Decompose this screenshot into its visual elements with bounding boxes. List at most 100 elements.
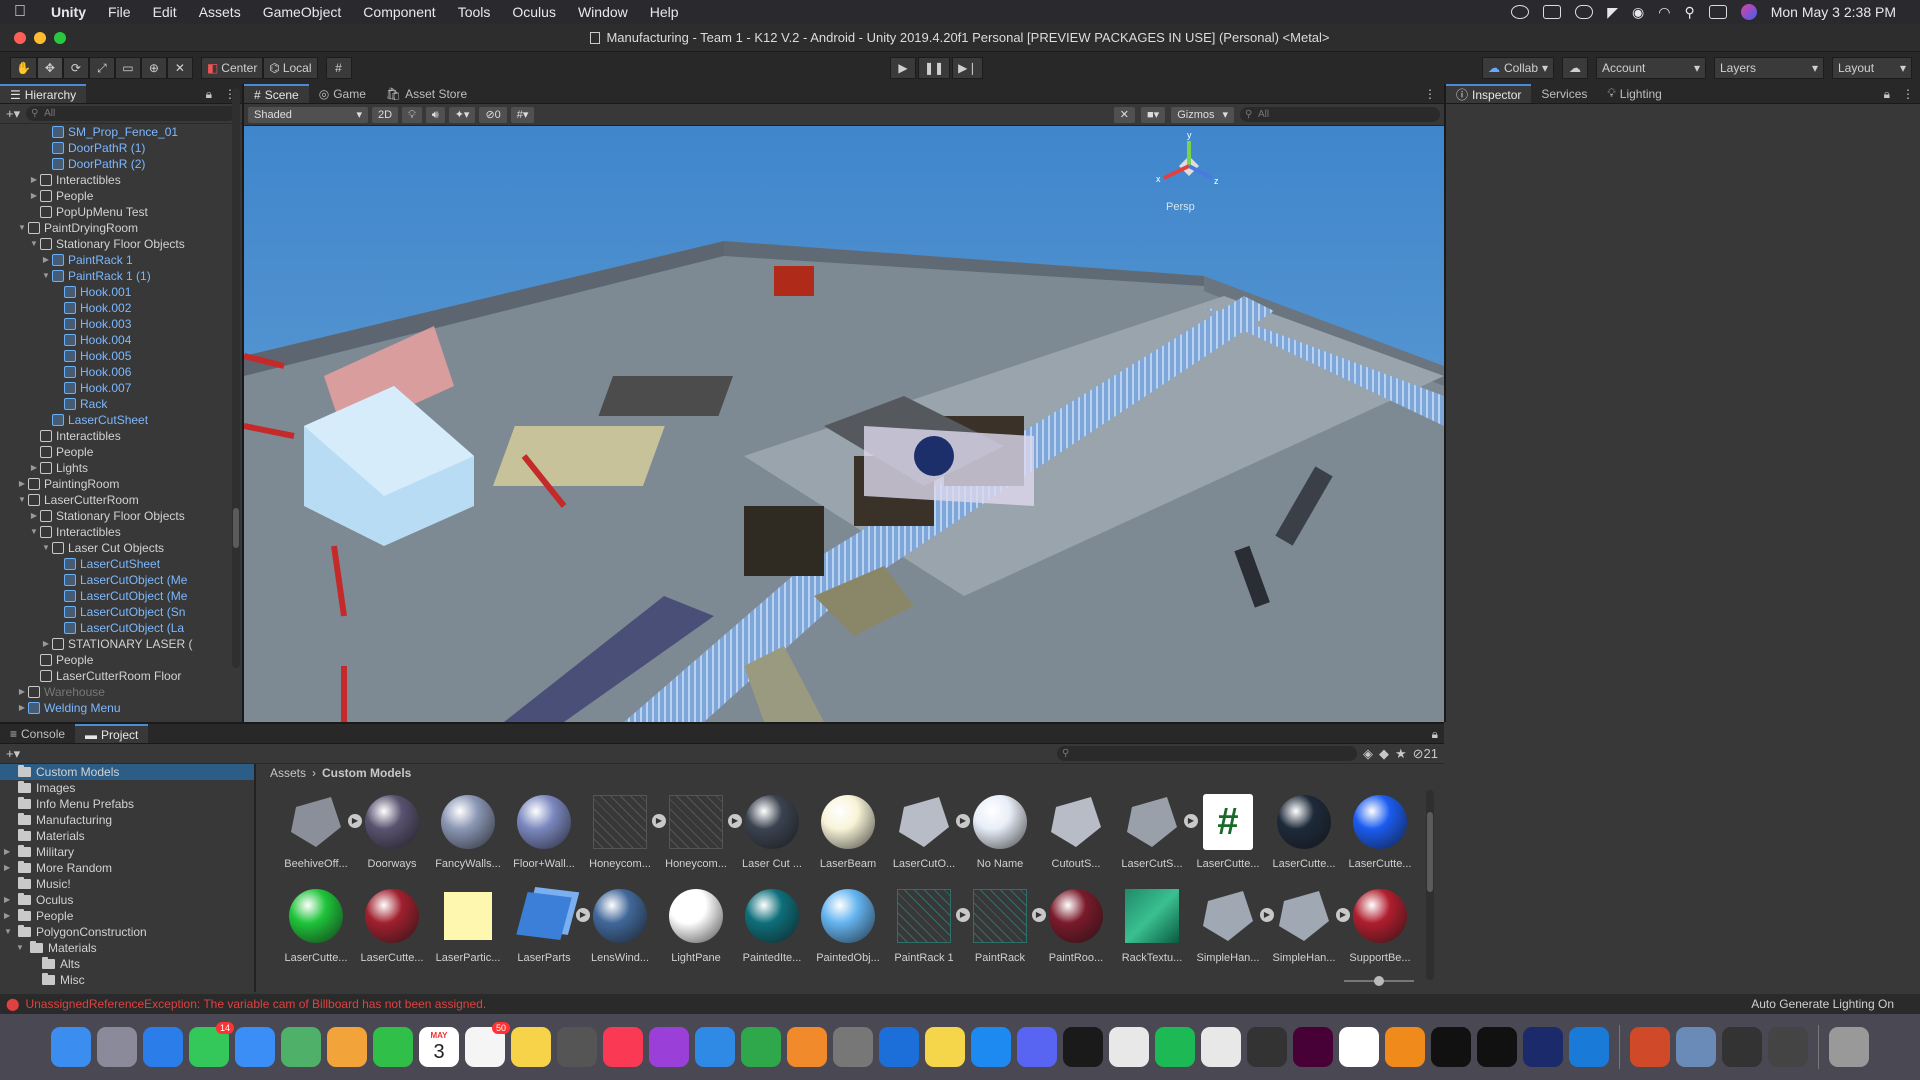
expand-asset-arrow-icon[interactable]: ▶ [956,814,970,828]
expand-asset-arrow-icon[interactable]: ▶ [348,814,362,828]
hierarchy-row[interactable]: Interactibles [0,428,242,444]
project-folder-item[interactable]: ▼ Materials [0,940,254,956]
apple-icon[interactable]:  [0,3,40,21]
asset-item[interactable]: Laser Cut ... [734,790,810,876]
expand-down-icon[interactable]: ▼ [16,492,28,508]
dock-unity-icon[interactable] [1201,1027,1241,1067]
hierarchy-scrollbar[interactable] [232,88,240,668]
asset-item[interactable]: LightPane [658,884,734,970]
dock-reminders-icon[interactable]: 50 [465,1022,510,1067]
hidden-objects-toggle[interactable]: ⊘0 [479,106,507,123]
hierarchy-row[interactable]: ▼ Laser Cut Objects [0,540,242,556]
filter-type-icon[interactable]: ◈ [1363,746,1373,762]
hierarchy-row[interactable]: DoorPathR (1) [0,140,242,156]
hierarchy-row[interactable]: Rack [0,396,242,412]
dock-photo-booth-icon[interactable] [557,1027,597,1067]
lock-icon[interactable]: 🔒︎ [1426,724,1444,743]
zoom-slider-thumb[interactable] [1374,976,1384,986]
account-dropdown[interactable]: Account ▾ [1596,57,1706,79]
menubar-clock[interactable]: Mon May 3 2:38 PM [1771,4,1896,20]
auto-lighting-status[interactable]: Auto Generate Lighting On [1751,997,1920,1011]
hand-tool-icon[interactable]: ✋ [10,57,37,79]
asset-item[interactable]: LaserCutte... [278,884,354,970]
asset-item[interactable]: LaserCutte... [1342,790,1418,876]
project-folder-item[interactable]: Images [0,780,254,796]
expand-right-icon[interactable]: ▶ [28,172,40,188]
expand-right-icon[interactable]: ▶ [16,684,28,700]
dock-maps-icon[interactable] [281,1027,321,1067]
menu-item-window[interactable]: Window [567,4,639,20]
grid-dropdown-icon[interactable]: #▾ [510,106,535,123]
dock-xcode-icon[interactable] [879,1027,919,1067]
hierarchy-row[interactable]: LaserCutObject (La [0,620,242,636]
asset-item[interactable]: ▶ Honeycom... [582,790,666,876]
hierarchy-row[interactable]: ▶ Stationary Floor Objects [0,508,242,524]
dock-books-icon[interactable] [1385,1027,1425,1067]
kebab-menu-icon[interactable]: ⋮ [1416,84,1444,103]
dock-photos-icon[interactable] [327,1027,367,1067]
tab-scene[interactable]: # Scene [244,84,309,103]
dock-spotify-icon[interactable] [1155,1027,1195,1067]
menu-item-tools[interactable]: Tools [447,4,502,20]
dock-chrome-icon[interactable] [1109,1027,1149,1067]
expand-right-icon[interactable]: ▶ [4,908,18,924]
hierarchy-row[interactable]: LaserCutterRoom Floor [0,668,242,684]
expand-down-icon[interactable]: ▼ [28,524,40,540]
dock-preview-icon[interactable] [1676,1027,1716,1067]
expand-asset-arrow-icon[interactable]: ▶ [576,908,590,922]
asset-item[interactable]: Doorways [354,790,430,876]
dock-podcasts-icon[interactable] [649,1027,689,1067]
expand-asset-arrow-icon[interactable]: ▶ [1260,908,1274,922]
pivot-center-button[interactable]: ◧ Center [200,57,264,79]
zoom-window-icon[interactable] [54,32,66,44]
2d-toggle[interactable]: 2D [372,106,399,123]
tab-hierarchy[interactable]: ☰ Hierarchy [0,84,87,103]
expand-asset-arrow-icon[interactable]: ▶ [956,908,970,922]
console-error-message[interactable]: UnassignedReferenceException: The variab… [25,997,486,1011]
asset-item[interactable]: ▶ SimpleHan... [1190,884,1274,970]
camera-dropdown-icon[interactable]: ■▾ [1141,106,1166,123]
vs-icon[interactable]: ◤ [1607,4,1618,21]
hierarchy-row[interactable]: Hook.002 [0,300,242,316]
dock-adobe-xd-icon[interactable] [1293,1027,1333,1067]
dock-zoom-like-icon[interactable] [1523,1027,1563,1067]
favorite-star-icon[interactable]: ★ [1395,746,1407,762]
dock-mail-icon[interactable] [235,1027,275,1067]
expand-asset-arrow-icon[interactable]: ▶ [1184,814,1198,828]
pause-button[interactable]: ❚❚ [918,57,951,79]
expand-asset-arrow-icon[interactable]: ▶ [652,814,666,828]
scrollbar-thumb[interactable] [233,508,239,548]
project-folder-item[interactable]: Custom Models [0,764,254,780]
dock-terminal-icon[interactable] [1063,1027,1103,1067]
dock-facetime-icon[interactable] [373,1027,413,1067]
hierarchy-row[interactable]: LaserCutObject (Me [0,588,242,604]
asset-item[interactable]: ▶ PaintRack 1 [886,884,970,970]
asset-item[interactable]: LaserPartic... [430,884,506,970]
rotate-tool-icon[interactable]: ⟳ [62,57,89,79]
close-window-icon[interactable] [14,32,26,44]
dock-powerpoint-icon[interactable] [1630,1027,1670,1067]
breadcrumb-item[interactable]: Custom Models [322,766,411,780]
expand-asset-arrow-icon[interactable]: ▶ [1032,908,1046,922]
project-folder-item[interactable]: ▼ PolygonConstruction [0,924,254,940]
expand-right-icon[interactable]: ▶ [16,476,28,492]
dock-photo-thumbnail-icon[interactable] [1768,1027,1808,1067]
asset-item[interactable]: ▶ LaserCutS... [1114,790,1198,876]
menu-item-help[interactable]: Help [639,4,690,20]
dock-trash-icon[interactable] [1829,1027,1869,1067]
hierarchy-row[interactable]: LaserCutObject (Me [0,572,242,588]
dock-github-icon[interactable] [1477,1027,1517,1067]
hierarchy-row[interactable]: ▼ Stationary Floor Objects [0,236,242,252]
minimize-window-icon[interactable] [34,32,46,44]
expand-right-icon[interactable]: ▶ [40,252,52,268]
lighting-toggle-icon[interactable]: 💡︎ [402,106,422,123]
tab-game[interactable]: ◎ Game [309,84,376,103]
menu-item-oculus[interactable]: Oculus [501,4,567,20]
tab-asset-store[interactable]: 🛍︎ Asset Store [376,84,477,103]
layers-dropdown[interactable]: Layers ▾ [1714,57,1824,79]
dock-jetbrains-icon[interactable] [1431,1027,1471,1067]
menu-item-gameobject[interactable]: GameObject [252,4,353,20]
hierarchy-row[interactable]: SM_Prop_Fence_01 [0,124,242,140]
hierarchy-row[interactable]: PopUpMenu Test [0,204,242,220]
pivot-local-button[interactable]: ⌬ Local [263,57,318,79]
